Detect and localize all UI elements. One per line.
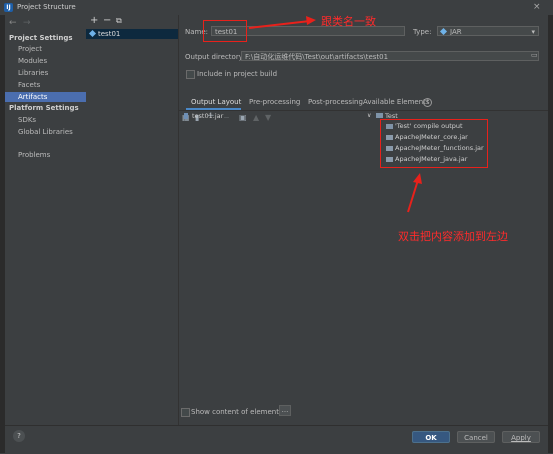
annotation-elements-note: 双击把内容添加到左边 — [398, 230, 508, 243]
annotation-arrows — [248, 16, 422, 213]
cancel-button[interactable]: Cancel — [457, 431, 495, 443]
ok-button[interactable]: OK — [412, 431, 450, 443]
annotation-name-note: 跟类名一致 — [321, 15, 376, 28]
annotation-arrow-line — [248, 20, 311, 29]
dialog-footer: ? OK Cancel Apply — [5, 425, 548, 454]
annotation-arrowhead — [413, 173, 422, 184]
annotation-arrow-line — [407, 179, 419, 213]
help-button[interactable]: ? — [13, 430, 25, 442]
apply-button[interactable]: Apply — [502, 431, 540, 443]
annotation-arrowhead — [306, 16, 316, 25]
